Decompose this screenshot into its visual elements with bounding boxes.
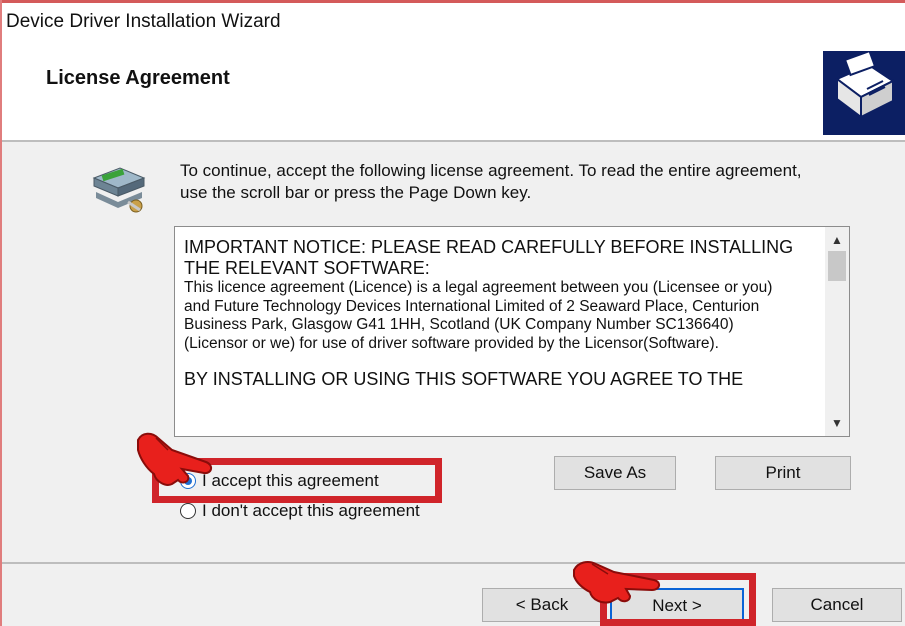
wizard-body: To continue, accept the following licens… [2,142,905,562]
hardware-install-icon [823,49,905,135]
decline-radio[interactable] [180,503,196,519]
pointing-hand-icon [573,561,660,604]
scroll-down-arrow-icon[interactable]: ▼ [825,414,849,432]
decline-label: I don't accept this agreement [202,501,420,520]
license-textbox[interactable]: IMPORTANT NOTICE: PLEASE READ CAREFULLY … [174,226,850,437]
license-scrollbar[interactable]: ▲ ▼ [825,227,849,436]
page-title: License Agreement [46,67,230,89]
scroll-up-arrow-icon[interactable]: ▲ [825,231,849,249]
license-text: IMPORTANT NOTICE: PLEASE READ CAREFULLY … [184,237,796,390]
scroll-thumb[interactable] [828,251,846,281]
print-button[interactable]: Print [715,456,851,490]
wizard-window: Device Driver Installation Wizard Licens… [2,3,905,626]
wizard-header: License Agreement [2,41,905,139]
save-as-button[interactable]: Save As [554,456,676,490]
license-paragraph: This licence agreement (Licence) is a le… [184,279,773,352]
wizard-footer: < Back Next > Cancel [2,564,905,626]
license-heading: IMPORTANT NOTICE: PLEASE READ CAREFULLY … [184,237,794,278]
window-title: Device Driver Installation Wizard [6,11,281,32]
installer-icon [88,162,150,214]
pointing-hand-icon [137,432,212,486]
cancel-button[interactable]: Cancel [772,588,902,622]
instructions-text: To continue, accept the following licens… [180,161,802,202]
license-closing: BY INSTALLING OR USING THIS SOFTWARE YOU… [184,369,744,389]
